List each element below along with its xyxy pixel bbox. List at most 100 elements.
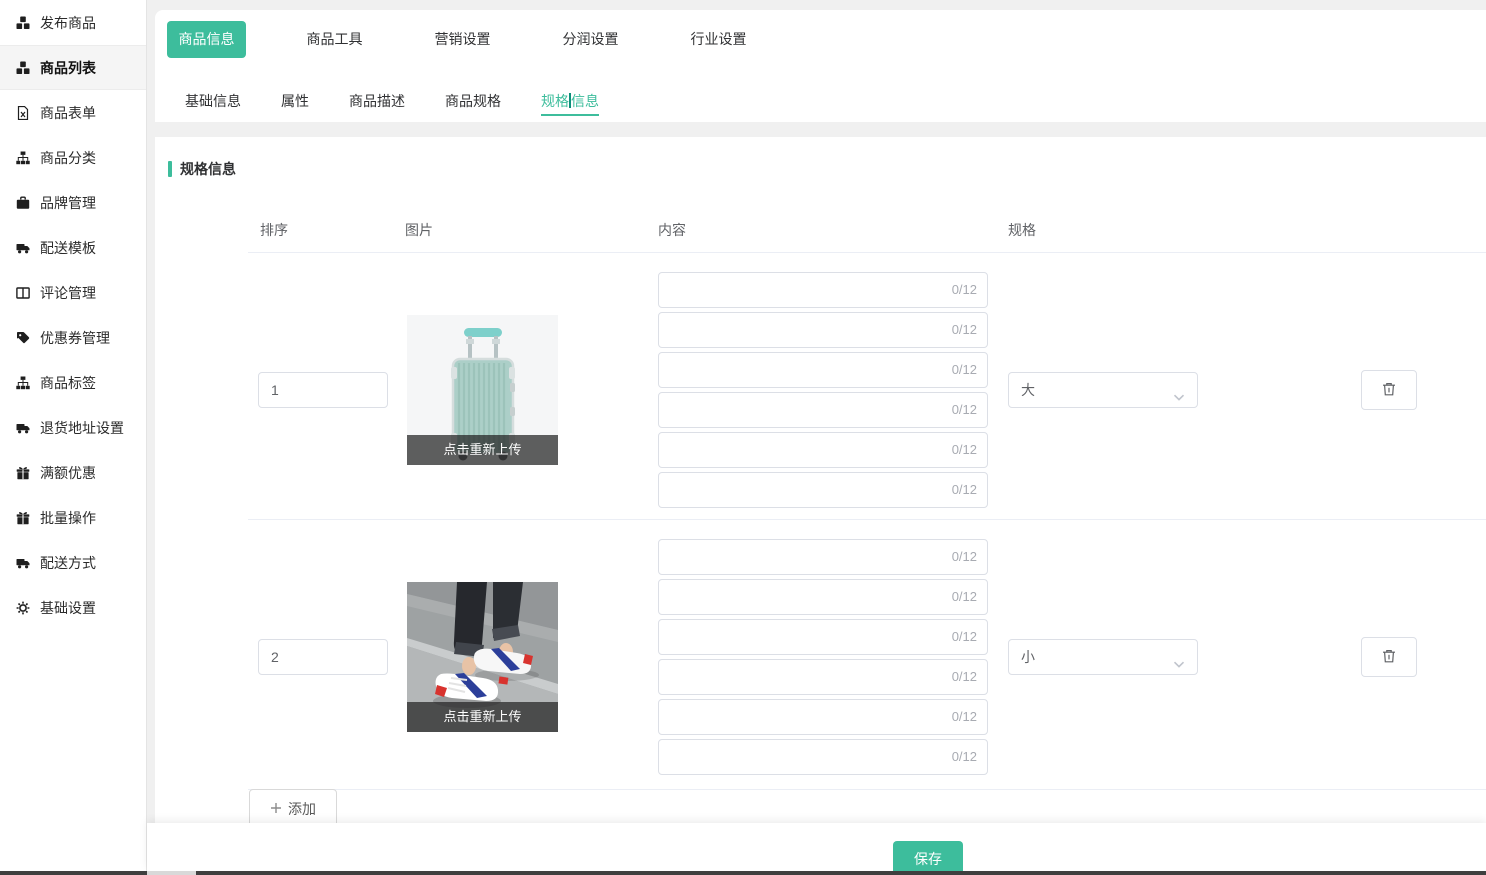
tab-marketing-settings[interactable]: 营销设置 xyxy=(423,21,502,58)
content-input-wrapper: 0/12 xyxy=(658,472,988,508)
col-header-sort: 排序 xyxy=(260,207,288,253)
sidebar-item-label: 品牌管理 xyxy=(40,193,96,213)
product-spec-page: 发布商品 商品列表 商品表单 商品分类 品牌管理 配送模板 评论管理 优惠券管 xyxy=(0,0,1486,875)
sidebar-item-batch-operations[interactable]: 批量操作 xyxy=(0,495,146,540)
truck-icon xyxy=(16,421,30,435)
trash-icon xyxy=(1381,381,1397,400)
secondary-tabs: 基础信息 属性 商品描述 商品规格 规格信息 xyxy=(185,82,599,116)
spec-select[interactable]: 大 xyxy=(1008,372,1198,408)
subtab-spec-info[interactable]: 规格信息 xyxy=(541,82,599,116)
tab-product-tools[interactable]: 商品工具 xyxy=(295,21,374,58)
delete-row-button[interactable] xyxy=(1361,370,1417,410)
col-header-image: 图片 xyxy=(405,207,433,253)
footer-bar: 保存 xyxy=(147,823,1486,871)
sidebar-item-label: 配送方式 xyxy=(40,553,96,573)
truck-icon xyxy=(16,241,30,255)
sidebar-item-coupon-management[interactable]: 优惠券管理 xyxy=(0,315,146,360)
spec-select[interactable]: 小 xyxy=(1008,639,1198,675)
content-input[interactable] xyxy=(659,313,929,347)
subtab-product-spec[interactable]: 商品规格 xyxy=(445,82,501,116)
sitemap-icon xyxy=(16,376,30,390)
char-counter: 0/12 xyxy=(952,393,977,427)
sort-input-wrapper xyxy=(258,372,388,408)
chevron-down-icon xyxy=(1173,388,1185,404)
sidebar-item-label: 发布商品 xyxy=(40,13,96,33)
tab-product-info[interactable]: 商品信息 xyxy=(167,21,246,58)
content-input-wrapper: 0/12 xyxy=(658,659,988,695)
char-counter: 0/12 xyxy=(952,620,977,654)
sidebar-item-label: 批量操作 xyxy=(40,508,96,528)
content-input-wrapper: 0/12 xyxy=(658,352,988,388)
subtab-basic-info[interactable]: 基础信息 xyxy=(185,82,241,116)
table-header-row: 排序 图片 内容 规格 xyxy=(248,207,1486,253)
file-excel-icon xyxy=(16,106,30,120)
content-input[interactable] xyxy=(659,700,929,734)
subtab-product-description[interactable]: 商品描述 xyxy=(349,82,405,116)
cubes-icon xyxy=(16,16,30,30)
content-input[interactable] xyxy=(659,473,929,507)
save-button[interactable]: 保存 xyxy=(893,841,963,875)
sort-input-wrapper xyxy=(258,639,388,675)
sidebar-item-label: 商品表单 xyxy=(40,103,96,123)
subtab-attributes[interactable]: 属性 xyxy=(281,82,309,116)
section-header: 规格信息 xyxy=(168,159,236,179)
sort-input[interactable] xyxy=(259,373,387,407)
product-image-upload[interactable]: 点击重新上传 xyxy=(407,582,558,732)
char-counter: 0/12 xyxy=(952,660,977,694)
sidebar-item-full-amount-discount[interactable]: 满额优惠 xyxy=(0,450,146,495)
plus-icon xyxy=(270,801,282,817)
content-input[interactable] xyxy=(659,740,929,774)
char-counter: 0/12 xyxy=(952,353,977,387)
sidebar-item-label: 评论管理 xyxy=(40,283,96,303)
sort-input[interactable] xyxy=(259,640,387,674)
sidebar-item-brand-management[interactable]: 品牌管理 xyxy=(0,180,146,225)
product-image-upload[interactable]: 点击重新上传 xyxy=(407,315,558,465)
sidebar-item-product-category[interactable]: 商品分类 xyxy=(0,135,146,180)
char-counter: 0/12 xyxy=(952,540,977,574)
content-input-wrapper: 0/12 xyxy=(658,699,988,735)
content-input[interactable] xyxy=(659,540,929,574)
char-counter: 0/12 xyxy=(952,580,977,614)
delete-row-button[interactable] xyxy=(1361,637,1417,677)
content-input-wrapper: 0/12 xyxy=(658,739,988,775)
content-input[interactable] xyxy=(659,580,929,614)
sidebar-item-label: 商品列表 xyxy=(40,58,96,78)
tab-industry-settings[interactable]: 行业设置 xyxy=(679,21,758,58)
spec-info-panel: 规格信息 排序 图片 内容 规格 xyxy=(155,137,1486,836)
cubes-icon xyxy=(16,61,30,75)
content-input[interactable] xyxy=(659,433,929,467)
content-input[interactable] xyxy=(659,273,929,307)
chevron-down-icon xyxy=(1173,655,1185,671)
sidebar-item-review-management[interactable]: 评论管理 xyxy=(0,270,146,315)
sidebar-item-return-address-settings[interactable]: 退货地址设置 xyxy=(0,405,146,450)
sidebar-item-product-tags[interactable]: 商品标签 xyxy=(0,360,146,405)
sidebar-item-publish-product[interactable]: 发布商品 xyxy=(0,0,146,45)
horizontal-scrollbar-thumb[interactable] xyxy=(147,871,196,875)
gift-icon xyxy=(16,511,30,525)
sidebar-item-product-form[interactable]: 商品表单 xyxy=(0,90,146,135)
tab-profit-settings[interactable]: 分润设置 xyxy=(551,21,630,58)
truck-icon xyxy=(16,556,30,570)
gift-icon xyxy=(16,466,30,480)
sidebar-item-basic-settings[interactable]: 基础设置 xyxy=(0,585,146,630)
reupload-overlay: 点击重新上传 xyxy=(407,702,558,732)
sidebar-item-label: 基础设置 xyxy=(40,598,96,618)
content-input[interactable] xyxy=(659,393,929,427)
columns-icon xyxy=(16,286,30,300)
sitemap-icon xyxy=(16,151,30,165)
table-row: 点击重新上传 0/12 0/12 0/12 xyxy=(248,253,1486,520)
char-counter: 0/12 xyxy=(952,700,977,734)
table-row: 点击重新上传 0/12 0/12 0/12 xyxy=(248,520,1486,790)
sidebar-item-shipping-method[interactable]: 配送方式 xyxy=(0,540,146,585)
content-input[interactable] xyxy=(659,620,929,654)
sidebar-item-label: 配送模板 xyxy=(40,238,96,258)
char-counter: 0/12 xyxy=(952,433,977,467)
content-input[interactable] xyxy=(659,353,929,387)
sidebar-item-product-list[interactable]: 商品列表 xyxy=(0,45,146,90)
sidebar-item-shipping-template[interactable]: 配送模板 xyxy=(0,225,146,270)
content-input-wrapper: 0/12 xyxy=(658,312,988,348)
section-title: 规格信息 xyxy=(180,159,236,179)
sidebar: 发布商品 商品列表 商品表单 商品分类 品牌管理 配送模板 评论管理 优惠券管 xyxy=(0,0,147,871)
content-input[interactable] xyxy=(659,660,929,694)
char-counter: 0/12 xyxy=(952,740,977,774)
